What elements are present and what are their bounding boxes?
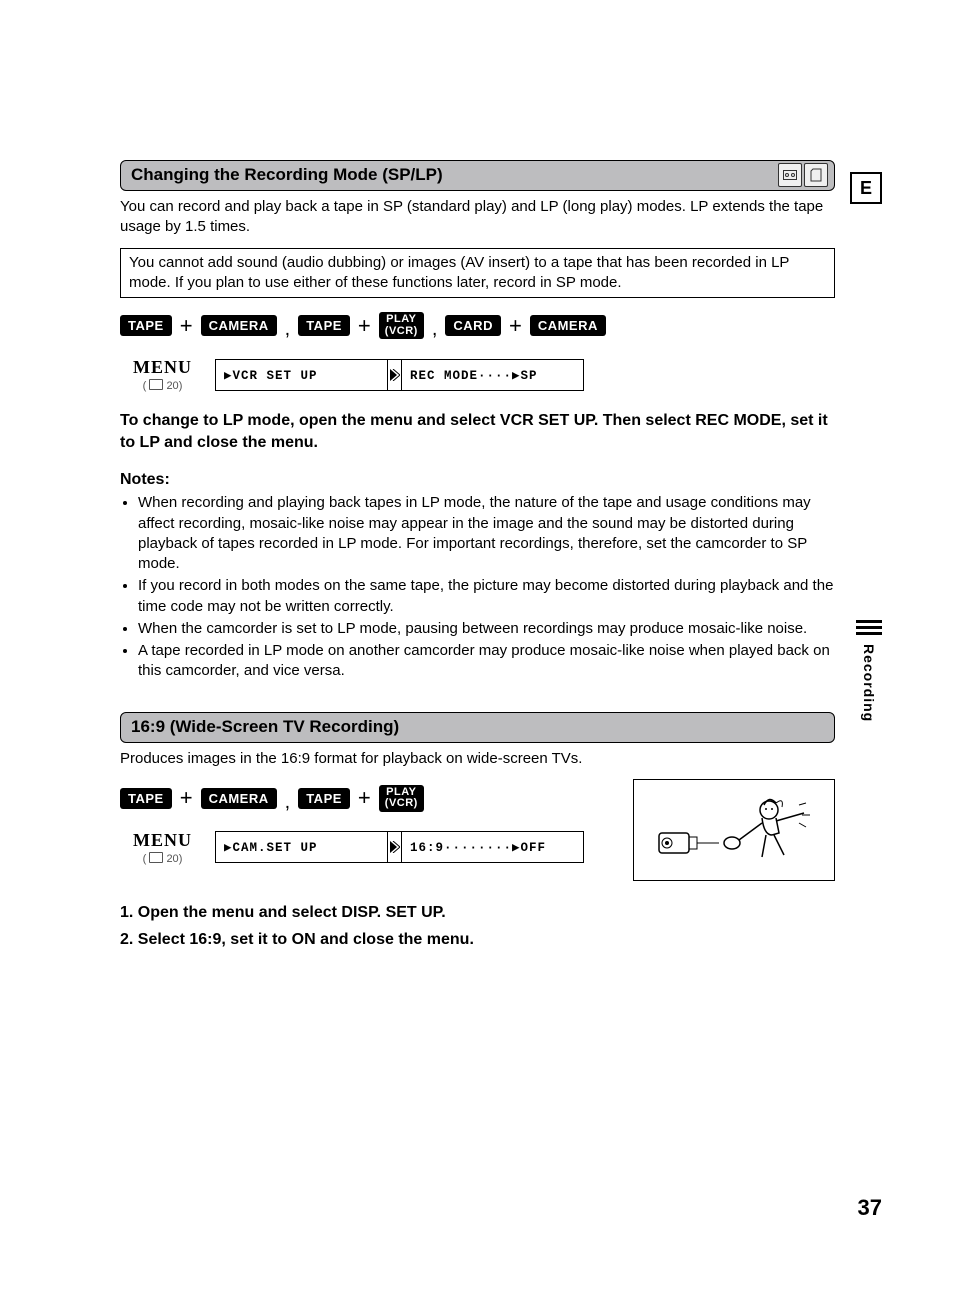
language-indicator: E (850, 172, 882, 204)
badge-play-line1: PLAY (386, 786, 416, 798)
separator-comma: , (285, 791, 291, 814)
note-item: A tape recorded in LP mode on another ca… (138, 641, 835, 682)
section2-intro: Produces images in the 16:9 format for p… (120, 749, 835, 769)
page-number: 37 (858, 1195, 882, 1221)
arrow-right-icon (387, 359, 402, 391)
badge-play-line1: PLAY (386, 313, 416, 325)
section-header-widescreen: 16:9 (Wide-Screen TV Recording) (120, 712, 835, 743)
plus-icon: + (509, 313, 522, 339)
section2-steps: 1. Open the menu and select DISP. SET UP… (120, 901, 835, 953)
badge-tape: TAPE (298, 315, 350, 336)
section-header-recording-mode: Changing the Recording Mode (SP/LP) (120, 160, 835, 191)
separator-comma: , (432, 318, 438, 341)
menu-path-row-1: MENU ( 20) ▶VCR SET UP REC MODE····▶SP (120, 357, 835, 392)
badge-tape: TAPE (298, 788, 350, 809)
plus-icon: + (180, 785, 193, 811)
menu-label-block: MENU ( 20) (120, 830, 205, 865)
badge-tape: TAPE (120, 315, 172, 336)
menu-option-16-9: 16:9········▶OFF (401, 831, 584, 863)
menu-ref-number: 20 (166, 380, 178, 392)
step-item: 1. Open the menu and select DISP. SET UP… (120, 901, 835, 926)
book-icon (149, 379, 163, 390)
plus-icon: + (180, 313, 193, 339)
plus-icon: + (358, 785, 371, 811)
book-icon (149, 852, 163, 863)
badge-camera: CAMERA (201, 315, 277, 336)
step-item: 2. Select 16:9, set it to ON and close t… (120, 928, 835, 953)
section-title: 16:9 (Wide-Screen TV Recording) (131, 717, 399, 736)
badge-play-vcr: PLAY (VCR) (379, 785, 424, 812)
section1-warning-box: You cannot add sound (audio dubbing) or … (120, 248, 835, 299)
mode-badges-row-1: TAPE + CAMERA , TAPE + PLAY (VCR) , CARD… (120, 312, 835, 339)
section-title: Changing the Recording Mode (SP/LP) (131, 165, 443, 184)
badge-play-vcr: PLAY (VCR) (379, 312, 424, 339)
badge-play-line2: (VCR) (385, 325, 418, 337)
menu-page-ref: ( 20) (120, 379, 205, 392)
widescreen-illustration (633, 779, 835, 881)
badge-card: CARD (445, 315, 501, 336)
note-item: If you record in both modes on the same … (138, 576, 835, 617)
menu-word: MENU (120, 830, 205, 851)
section1-intro: You can record and play back a tape in S… (120, 197, 835, 238)
badge-tape: TAPE (120, 788, 172, 809)
badge-play-line2: (VCR) (385, 797, 418, 809)
arrow-right-icon (387, 831, 402, 863)
mode-badges-row-2: TAPE + CAMERA , TAPE + PLAY (VCR) (120, 785, 613, 812)
side-tab-label: Recording (861, 644, 877, 722)
plus-icon: + (358, 313, 371, 339)
separator-comma: , (285, 318, 291, 341)
section1-instruction: To change to LP mode, open the menu and … (120, 410, 835, 453)
menu-label-block: MENU ( 20) (120, 357, 205, 392)
card-icon (804, 163, 828, 187)
menu-option-cam-setup: ▶CAM.SET UP (215, 831, 388, 863)
side-tab-lines-icon (856, 620, 882, 638)
menu-option-vcr-setup: ▶VCR SET UP (215, 359, 388, 391)
notes-heading: Notes: (120, 471, 835, 489)
badge-camera: CAMERA (530, 315, 606, 336)
menu-option-rec-mode: REC MODE····▶SP (401, 359, 584, 391)
cassette-icon (778, 163, 802, 187)
menu-ref-number: 20 (166, 853, 178, 865)
side-tab: Recording (856, 620, 882, 722)
note-item: When recording and playing back tapes in… (138, 493, 835, 574)
notes-list: When recording and playing back tapes in… (120, 493, 835, 681)
badge-camera: CAMERA (201, 788, 277, 809)
menu-word: MENU (120, 357, 205, 378)
note-item: When the camcorder is set to LP mode, pa… (138, 619, 835, 639)
menu-path-row-2: MENU ( 20) ▶CAM.SET UP 16:9········▶OFF (120, 830, 613, 865)
menu-page-ref: ( 20) (120, 852, 205, 865)
